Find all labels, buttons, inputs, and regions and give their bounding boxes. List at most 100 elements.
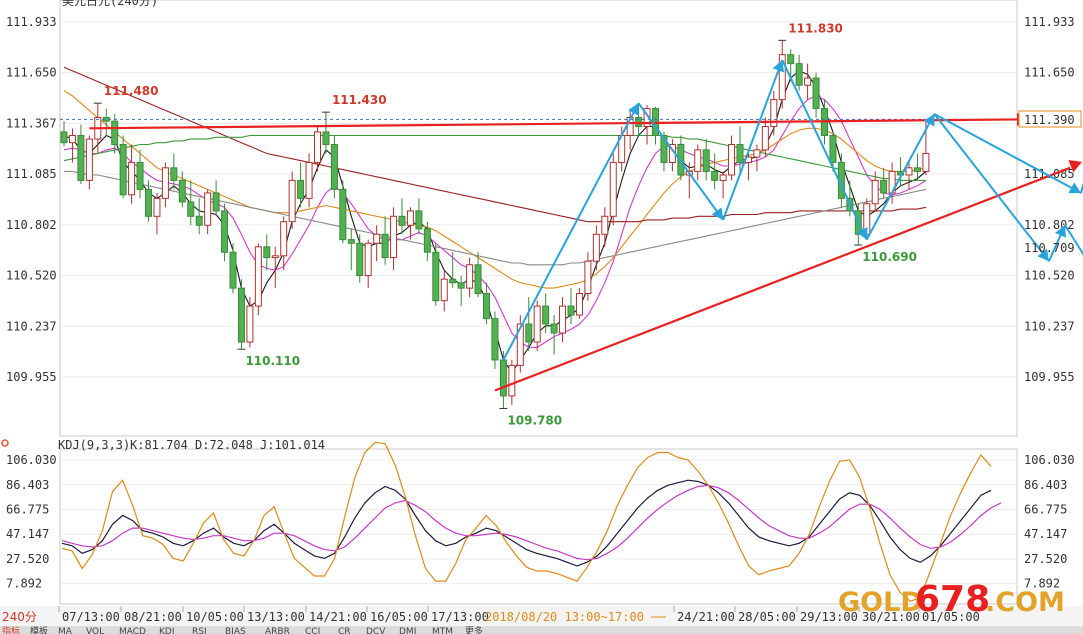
toolbar-tab[interactable]: MTM — [432, 627, 453, 634]
toolbar-tab[interactable]: ARBR — [265, 627, 290, 634]
candle — [575, 288, 583, 319]
candle — [347, 228, 355, 271]
candle — [356, 234, 364, 283]
candle-body — [905, 167, 913, 176]
candle-body — [237, 287, 245, 343]
watermark-com: .COM — [985, 587, 1065, 618]
toolbar-tab[interactable]: 模板 — [30, 625, 48, 634]
y-tick-left: 109.955 — [6, 370, 57, 384]
candle-body — [406, 210, 414, 226]
toolbar-tab[interactable]: DCV — [366, 627, 386, 634]
candle-body — [271, 255, 279, 259]
candle — [111, 113, 119, 154]
candle — [204, 189, 212, 235]
candle-body — [711, 170, 719, 181]
candle-body — [601, 215, 609, 235]
candle-body — [491, 318, 499, 361]
candle-body — [871, 179, 879, 205]
candle-body — [288, 179, 296, 223]
lower-price-text: 110.709 — [1024, 241, 1075, 255]
x-tick: 16/05:00 — [370, 610, 428, 624]
kdj-j-label: J:101.014 — [260, 438, 325, 452]
toolbar-tab[interactable]: 更多 — [465, 625, 483, 634]
kdj-settings-icon[interactable] — [1, 439, 9, 447]
x-tick: 24/21:00 — [677, 610, 735, 624]
candle-body — [719, 174, 727, 181]
kdj-y-tick-right: 106.030 — [1024, 453, 1075, 467]
candle-body — [212, 192, 220, 212]
moving-average-line — [64, 170, 927, 266]
candle-body — [229, 251, 237, 289]
candle-body — [322, 131, 330, 145]
candle — [381, 216, 389, 265]
candle — [719, 171, 727, 199]
toolbar-tab[interactable]: 指标 — [2, 625, 20, 634]
candle — [533, 300, 541, 351]
kdj-k-line — [61, 479, 992, 567]
y-tick-right: 109.955 — [1024, 370, 1075, 384]
candle-body — [880, 179, 888, 194]
candle-body — [398, 215, 406, 226]
kdj-y-tick-right: 27.520 — [1024, 552, 1067, 566]
candle — [330, 135, 338, 199]
candle — [136, 149, 144, 199]
kdj-y-tick-left: 86.403 — [6, 478, 49, 492]
candle — [432, 243, 440, 307]
kdj-y-tick-left: 106.030 — [6, 453, 57, 467]
candle — [491, 311, 499, 369]
candle-body — [575, 293, 583, 316]
candle-body — [153, 197, 161, 217]
candle-body — [390, 215, 398, 259]
toolbar-tab[interactable]: CR — [338, 627, 351, 634]
annotation-high-111480: 111.480 — [104, 84, 159, 98]
toolbar-tab[interactable]: CCI — [305, 627, 320, 634]
toolbar-tab[interactable]: DMI — [399, 627, 416, 634]
y-tick-left: 111.933 — [6, 15, 57, 29]
toolbar-tab[interactable]: RSI — [192, 627, 207, 634]
candle-body — [136, 161, 144, 190]
candle — [592, 225, 600, 271]
candle-body — [204, 192, 212, 226]
annotation-high-111830: 111.830 — [788, 21, 843, 35]
candle — [609, 153, 617, 226]
candle — [559, 297, 567, 343]
instrument-label: 美元日元(240分) — [62, 0, 158, 8]
candle — [694, 144, 702, 181]
candle-body — [694, 149, 702, 172]
candle-body — [508, 364, 516, 397]
toolbar-tab[interactable]: MA — [58, 627, 73, 634]
toolbar-tab[interactable]: KDJ — [159, 627, 175, 634]
candle — [728, 135, 736, 181]
candle-body — [550, 323, 558, 334]
candle-body — [567, 305, 575, 316]
candle-body — [499, 359, 507, 397]
kdj-k-label: K:81.704 — [130, 438, 188, 452]
candle — [440, 270, 448, 312]
candle-body — [297, 179, 305, 199]
candle-body — [68, 134, 76, 144]
candle — [550, 315, 558, 355]
toolbar-tab[interactable]: BIAS — [225, 627, 246, 634]
candle-body — [170, 167, 178, 181]
toolbar-tab[interactable]: MACD — [119, 627, 146, 634]
toolbar-tab[interactable]: VOL — [86, 627, 104, 634]
candle-body — [449, 278, 457, 284]
candle-body — [254, 246, 262, 307]
candle-body — [246, 305, 254, 343]
candle-body — [178, 179, 186, 203]
candle — [161, 162, 169, 208]
kdj-d-label: D:72.048 — [195, 438, 253, 452]
x-tick: 10/05:00 — [186, 610, 244, 624]
candle-body — [559, 305, 567, 334]
candle — [77, 124, 85, 184]
x-tick: 28/05:00 — [738, 610, 796, 624]
current-price-box: 111.390 — [1018, 110, 1082, 128]
main-panel-frame — [59, 0, 1018, 437]
annotation-high-111430: 111.430 — [332, 93, 387, 107]
candle — [778, 40, 786, 109]
period-label[interactable]: 240分 — [2, 610, 37, 624]
candle — [322, 112, 330, 154]
kdj-j-line — [61, 441, 992, 602]
candle — [237, 279, 245, 350]
chart-root: 美元日元(240分) 111.933 111.933 111.650 111.650 1… — [0, 0, 1083, 634]
